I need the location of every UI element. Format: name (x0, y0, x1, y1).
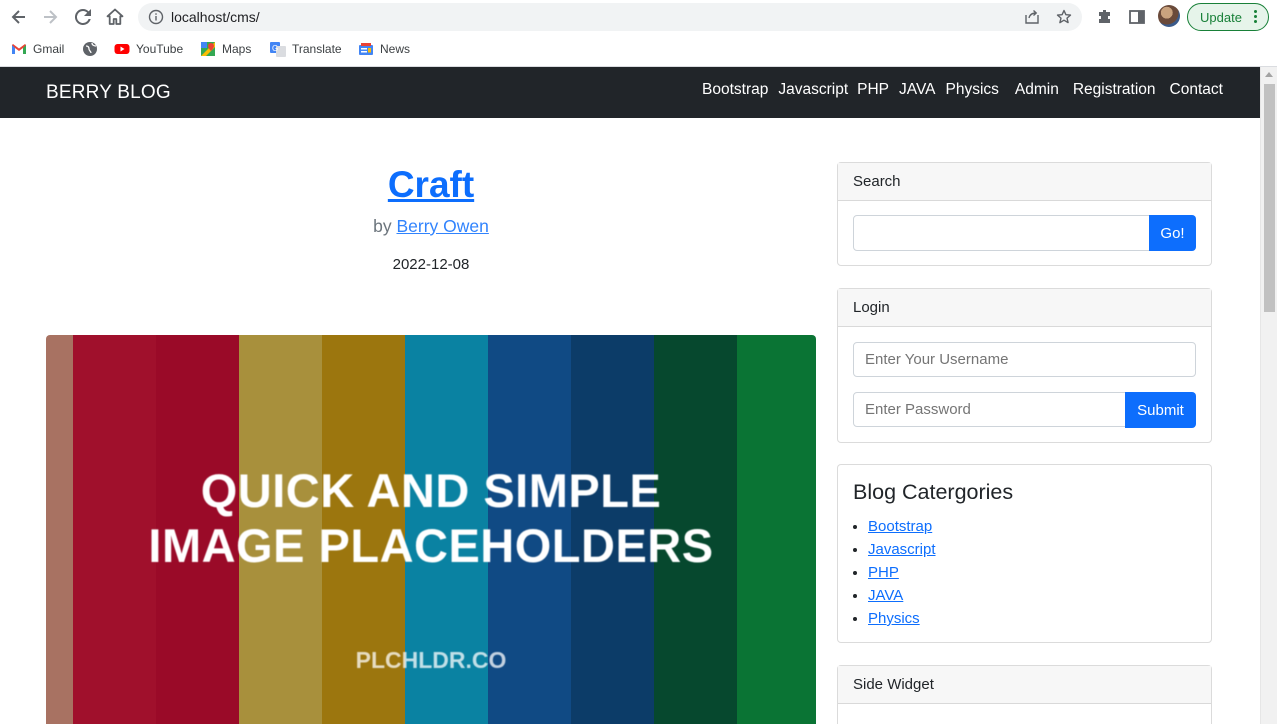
page-viewport: BERRY BLOG Bootstrap Javascript PHP JAVA… (0, 67, 1260, 724)
share-icon[interactable] (1024, 9, 1040, 25)
nav-link-contact[interactable]: Contact (1170, 81, 1223, 99)
side-widget-card: Side Widget (837, 665, 1212, 724)
back-icon[interactable] (7, 5, 31, 29)
login-submit-button[interactable]: Submit (1125, 392, 1196, 428)
category-link-javascript[interactable]: Javascript (868, 541, 936, 558)
categories-card: Blog Catergories Bootstrap Javascript PH… (837, 464, 1212, 643)
post-date: 2022-12-08 (392, 256, 470, 273)
page-scrollbar[interactable] (1260, 67, 1277, 724)
reload-icon[interactable] (71, 5, 95, 29)
post-image-subcaption: PLCHLDR.CO (355, 647, 507, 673)
side-widget-header: Side Widget (838, 666, 1211, 704)
login-card-header: Login (838, 289, 1211, 327)
site-navbar: BERRY BLOG Bootstrap Javascript PHP JAVA… (0, 67, 1260, 118)
globe-icon (82, 41, 98, 57)
home-icon[interactable] (103, 5, 127, 29)
bookmark-maps[interactable]: Maps (200, 41, 251, 57)
youtube-icon (114, 41, 130, 57)
nav-link-registration[interactable]: Registration (1073, 81, 1156, 99)
update-label: Update (1200, 9, 1242, 25)
category-item: Javascript (868, 538, 1211, 561)
search-card-header: Search (838, 163, 1211, 201)
site-brand[interactable]: BERRY BLOG (46, 82, 171, 104)
login-card-body: Submit (838, 327, 1211, 428)
nav-link-physics[interactable]: Physics (945, 81, 998, 99)
bookmark-star-icon[interactable] (1056, 9, 1072, 25)
bookmark-gmail[interactable]: Gmail (11, 41, 64, 57)
extensions-icon[interactable] (1096, 8, 1114, 26)
category-link-physics[interactable]: Physics (868, 610, 920, 627)
nav-link-javascript[interactable]: Javascript (778, 81, 848, 99)
search-go-button[interactable]: Go! (1149, 215, 1196, 251)
maps-icon (200, 41, 216, 57)
post-byline: by Berry Owen (46, 216, 816, 237)
category-item: JAVA (868, 584, 1211, 607)
category-link-java[interactable]: JAVA (868, 587, 903, 604)
category-item: PHP (868, 561, 1211, 584)
scroll-up-icon[interactable] (1265, 72, 1273, 77)
category-item: Bootstrap (868, 515, 1211, 538)
update-button[interactable]: Update (1187, 3, 1269, 31)
address-bar[interactable]: localhost/cms/ (138, 3, 1082, 31)
login-card: Login Submit (837, 288, 1212, 443)
search-card: Search Go! (837, 162, 1212, 266)
bookmark-translate[interactable]: G Translate (270, 41, 342, 57)
side-panel-icon[interactable] (1128, 8, 1146, 26)
gmail-icon (11, 41, 27, 57)
category-link-bootstrap[interactable]: Bootstrap (868, 518, 932, 535)
post-image: QUICK AND SIMPLE IMAGE PLACEHOLDERS PLCH… (46, 335, 816, 724)
profile-avatar[interactable] (1158, 5, 1180, 27)
nav-links: Bootstrap Javascript PHP JAVA Physics Ad… (702, 81, 1223, 99)
categories-list: Bootstrap Javascript PHP JAVA Physics (838, 505, 1211, 630)
bookmark-globe[interactable] (82, 41, 104, 57)
site-info-icon[interactable] (148, 9, 164, 25)
translate-icon: G (270, 41, 286, 57)
nav-link-admin[interactable]: Admin (1015, 81, 1059, 99)
search-input[interactable] (853, 215, 1150, 251)
post-image-line1: QUICK AND SIMPLE (200, 464, 662, 517)
news-icon (358, 41, 374, 57)
post-title: Craft (46, 164, 816, 206)
password-input[interactable] (853, 392, 1126, 427)
more-menu-icon[interactable] (1254, 10, 1258, 25)
scrollbar-thumb[interactable] (1264, 84, 1275, 312)
category-item: Physics (868, 607, 1211, 630)
username-input[interactable] (853, 342, 1196, 377)
browser-toolbar: localhost/cms/ Update (0, 0, 1277, 34)
bookmark-news[interactable]: News (358, 41, 410, 57)
author-link[interactable]: Berry Owen (396, 216, 488, 236)
nav-link-php[interactable]: PHP (857, 81, 889, 99)
category-link-php[interactable]: PHP (868, 564, 899, 581)
bookmarks-bar: Gmail YouTube Maps G Translate News (0, 36, 1277, 64)
byline-prefix: by (373, 216, 397, 236)
post-image-line2: IMAGE PLACEHOLDERS (148, 519, 714, 572)
categories-title: Blog Catergories (853, 480, 1014, 504)
post-image-caption: QUICK AND SIMPLE IMAGE PLACEHOLDERS (46, 463, 816, 573)
nav-link-bootstrap[interactable]: Bootstrap (702, 81, 768, 99)
search-card-body: Go! (838, 201, 1211, 251)
post-title-link[interactable]: Craft (388, 164, 474, 205)
forward-icon[interactable] (38, 5, 62, 29)
url-text[interactable]: localhost/cms/ (171, 9, 260, 25)
svg-text:G: G (272, 44, 278, 53)
nav-link-java[interactable]: JAVA (899, 81, 935, 99)
bookmark-youtube[interactable]: YouTube (114, 41, 183, 57)
